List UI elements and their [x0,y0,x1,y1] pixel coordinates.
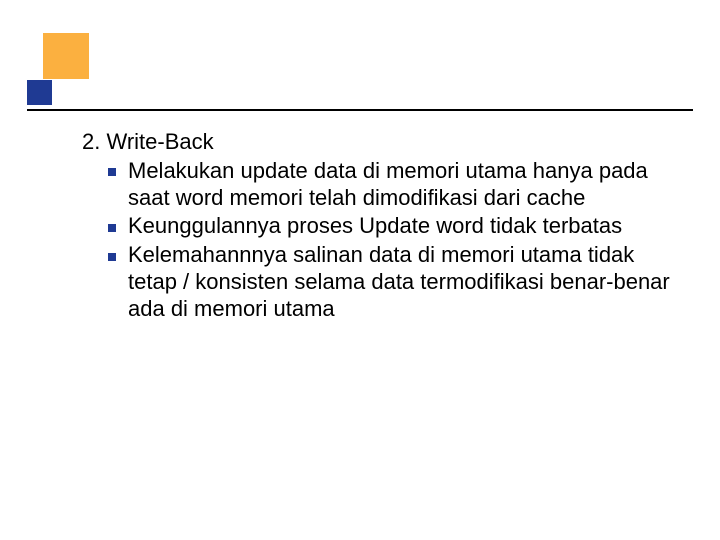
list-item-text: Keunggulannya proses Update word tidak t… [128,213,622,238]
horizontal-rule [27,109,693,111]
accent-square-orange [43,33,89,79]
list-item-text: Melakukan update data di memori utama ha… [128,158,648,210]
list-heading: 2. Write-Back [82,129,680,156]
bullet-list: Melakukan update data di memori utama ha… [82,158,680,323]
list-item-text: Kelemahannnya salinan data di memori uta… [128,242,670,321]
slide: 2. Write-Back Melakukan update data di m… [0,0,720,540]
list-item: Keunggulannya proses Update word tidak t… [108,213,680,240]
accent-square-blue [27,80,52,105]
slide-body: 2. Write-Back Melakukan update data di m… [82,129,680,325]
list-item: Kelemahannnya salinan data di memori uta… [108,242,680,322]
list-item: Melakukan update data di memori utama ha… [108,158,680,212]
